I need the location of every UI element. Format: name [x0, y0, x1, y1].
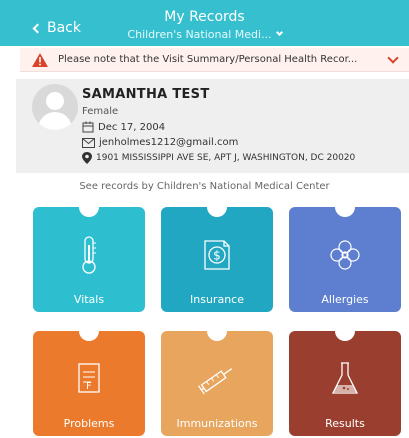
app-header: Back My Records Children's National Medi… — [0, 0, 409, 46]
results-tile[interactable]: Results — [289, 331, 401, 436]
flask-icon — [331, 362, 359, 394]
patient-name: SAMANTHA TEST — [82, 87, 210, 102]
svg-text:$: $ — [213, 249, 221, 263]
problems-label: Problems — [63, 417, 115, 430]
patient-address-value: 1901 MISSISSIPPI AVE SE, APT J, WASHINGT… — [96, 153, 356, 163]
immunizations-label: Immunizations — [176, 417, 258, 430]
organization-selector[interactable]: Children's National Medi... — [0, 28, 409, 41]
insurance-tile[interactable]: $ Insurance — [161, 207, 273, 312]
patient-gender: Female — [82, 106, 119, 117]
syringe-icon — [198, 368, 233, 395]
notice-text: Please note that the Visit Summary/Perso… — [58, 54, 358, 65]
mail-icon — [82, 137, 95, 148]
patient-dob: Dec 17, 2004 — [82, 121, 165, 133]
dollar-document-icon: $ — [204, 240, 230, 270]
problems-tile[interactable]: F Problems — [33, 331, 145, 436]
patient-dob-value: Dec 17, 2004 — [98, 121, 166, 133]
chevron-down-icon[interactable] — [387, 51, 399, 64]
organization-name: Children's National Medi... — [127, 28, 272, 41]
patient-card: SAMANTHA TEST Female Dec 17, 2004 jenhol… — [16, 79, 409, 173]
patient-address: 1901 MISSISSIPPI AVE SE, APT J, WASHINGT… — [82, 152, 355, 164]
calendar-icon — [82, 121, 94, 133]
page-title: My Records — [164, 9, 245, 25]
vitals-tile[interactable]: Vitals — [33, 207, 145, 312]
flower-icon — [330, 240, 360, 270]
allergies-label: Allergies — [321, 293, 369, 306]
patient-email: jenholmes1212@gmail.com — [82, 137, 238, 148]
patient-email-value: jenholmes1212@gmail.com — [99, 137, 239, 148]
warning-icon — [32, 52, 48, 67]
svg-text:F: F — [86, 381, 92, 392]
avatar — [32, 84, 78, 130]
insurance-label: Insurance — [190, 293, 244, 306]
records-caption: See records by Children's National Medic… — [79, 181, 330, 192]
results-label: Results — [325, 417, 365, 430]
notice-banner[interactable]: Please note that the Visit Summary/Perso… — [20, 48, 409, 72]
vitals-label: Vitals — [73, 293, 105, 306]
location-pin-icon — [82, 152, 92, 164]
immunizations-tile[interactable]: Immunizations — [161, 331, 273, 436]
chevron-down-icon — [275, 28, 283, 37]
clipboard-icon: F — [78, 363, 100, 393]
thermometer-icon — [82, 236, 96, 274]
allergies-tile[interactable]: Allergies — [289, 207, 401, 312]
